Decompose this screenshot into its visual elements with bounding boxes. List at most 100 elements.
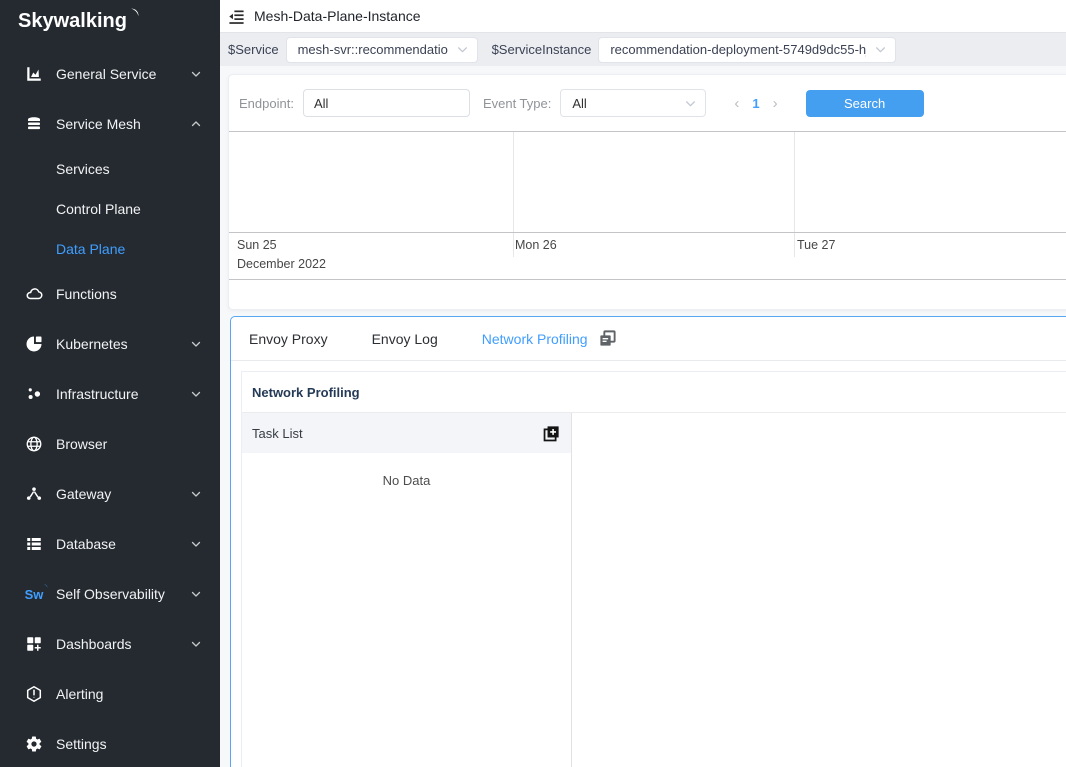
sidebar-item-label: Database xyxy=(56,536,116,552)
kubernetes-icon xyxy=(25,335,43,353)
search-button[interactable]: Search xyxy=(806,90,924,117)
globe-icon xyxy=(25,435,43,453)
sidebar-item-label: Alerting xyxy=(56,686,103,702)
logo-text: Skywalking xyxy=(18,10,127,33)
timeline-day: Sun 25 xyxy=(237,238,277,252)
sidebar-item-label: Service Mesh xyxy=(56,116,141,132)
page-header: Mesh-Data-Plane-Instance xyxy=(220,0,1066,32)
sidebar-item-label: Functions xyxy=(56,286,117,302)
task-detail-area xyxy=(572,413,1066,767)
events-card-footer xyxy=(229,280,1066,309)
chevron-down-icon xyxy=(456,43,469,56)
service-instance-select[interactable]: recommendation-deployment-5749d9dc55-hjl… xyxy=(598,37,896,63)
sw-icon: Sw xyxy=(25,585,43,603)
skywalking-logo[interactable]: Skywalking xyxy=(0,0,220,49)
sidebar-item-general-service[interactable]: General Service xyxy=(0,49,220,99)
event-timeline: Sun 25 Mon 26 Tue 27 December 2022 xyxy=(229,131,1066,280)
sidebar-item-service-mesh[interactable]: Service Mesh xyxy=(0,99,220,149)
service-label: $Service xyxy=(228,42,279,57)
selector-bar: $Service mesh-svr::recommendation $Servi… xyxy=(220,32,1066,66)
tab-bar: Envoy Proxy Envoy Log Network Profiling xyxy=(231,317,1066,361)
sidebar-item-infrastructure[interactable]: Infrastructure xyxy=(0,369,220,419)
sidebar-item-label: Settings xyxy=(56,736,107,752)
widget-title: Network Profiling xyxy=(242,372,1066,413)
pagination: ‹ 1 › xyxy=(724,95,787,112)
events-card: Endpoint: Event Type: All ‹ 1 › Search xyxy=(228,74,1066,310)
page-title: Mesh-Data-Plane-Instance xyxy=(254,8,421,24)
chevron-down-icon xyxy=(874,43,887,56)
chevron-down-icon xyxy=(190,588,202,600)
service-select-value: mesh-svr::recommendation xyxy=(298,42,448,57)
sidebar-item-self-observability[interactable]: Sw Self Observability xyxy=(0,569,220,619)
timeline-day-labels: Sun 25 Mon 26 Tue 27 xyxy=(229,233,1066,257)
prev-page-icon[interactable]: ‹ xyxy=(724,95,749,112)
event-search-row: Endpoint: Event Type: All ‹ 1 › Search xyxy=(229,75,1066,131)
gear-icon xyxy=(25,735,43,753)
sidebar-item-alerting[interactable]: Alerting xyxy=(0,669,220,719)
main-area: Mesh-Data-Plane-Instance $Service mesh-s… xyxy=(220,0,1066,767)
timeline-gridline xyxy=(513,132,514,232)
sidebar-item-label: General Service xyxy=(56,66,156,82)
timeline-gridline xyxy=(794,132,795,232)
add-task-icon[interactable] xyxy=(542,424,561,443)
instance-tabs-card: Envoy Proxy Envoy Log Network Profiling … xyxy=(230,316,1066,767)
chevron-down-icon xyxy=(190,488,202,500)
current-page: 1 xyxy=(749,96,762,111)
sidebar-item-label: Dashboards xyxy=(56,636,132,652)
chevron-down-icon xyxy=(190,538,202,550)
endpoint-input[interactable] xyxy=(303,89,470,117)
event-type-select[interactable]: All xyxy=(560,89,706,117)
timeline-day: Mon 26 xyxy=(515,238,557,252)
sidebar-item-label: Kubernetes xyxy=(56,336,128,352)
service-select[interactable]: mesh-svr::recommendation xyxy=(286,37,478,63)
layers-icon xyxy=(25,115,43,133)
task-list-panel: Task List No Data xyxy=(242,413,572,767)
network-profiling-widget: Network Profiling Task List No Data xyxy=(241,371,1066,767)
chevron-down-icon xyxy=(190,338,202,350)
sidebar: Skywalking General Service Service Mesh … xyxy=(0,0,220,767)
database-icon xyxy=(25,535,43,553)
service-instance-select-value: recommendation-deployment-5749d9dc55-hjl… xyxy=(610,42,866,57)
sidebar-item-label: Self Observability xyxy=(56,586,165,602)
sidebar-item-functions[interactable]: Functions xyxy=(0,269,220,319)
sidebar-item-label: Infrastructure xyxy=(56,386,138,402)
app-root: Skywalking General Service Service Mesh … xyxy=(0,0,1066,767)
service-instance-label: $ServiceInstance xyxy=(492,42,592,57)
sidebar-item-label: Browser xyxy=(56,436,107,452)
sidebar-item-browser[interactable]: Browser xyxy=(0,419,220,469)
chevron-down-icon xyxy=(190,68,202,80)
no-data-message: No Data xyxy=(242,453,571,488)
content-area: Endpoint: Event Type: All ‹ 1 › Search xyxy=(220,66,1066,767)
chevron-down-icon xyxy=(190,388,202,400)
timeline-month-label: December 2022 xyxy=(229,257,1066,279)
widget-body: Task List No Data xyxy=(242,413,1066,767)
sidebar-item-gateway[interactable]: Gateway xyxy=(0,469,220,519)
tab-network-profiling[interactable]: Network Profiling xyxy=(482,331,588,347)
task-list-label: Task List xyxy=(252,426,303,441)
sidebar-item-kubernetes[interactable]: Kubernetes xyxy=(0,319,220,369)
task-list-header: Task List xyxy=(242,413,571,453)
sidebar-item-dashboards[interactable]: Dashboards xyxy=(0,619,220,669)
sidebar-item-settings[interactable]: Settings xyxy=(0,719,220,767)
next-page-icon[interactable]: › xyxy=(763,95,788,112)
chevron-down-icon xyxy=(684,97,697,110)
timeline-day: Tue 27 xyxy=(797,238,835,252)
tab-envoy-log[interactable]: Envoy Log xyxy=(372,331,438,347)
crescent-moon-icon xyxy=(125,8,140,23)
fold-menu-icon[interactable] xyxy=(228,8,245,25)
dashboards-icon xyxy=(25,635,43,653)
sidebar-item-data-plane[interactable]: Data Plane xyxy=(0,229,220,269)
timeline-grid[interactable] xyxy=(229,132,1066,233)
gateway-icon xyxy=(25,485,43,503)
sidebar-item-database[interactable]: Database xyxy=(0,519,220,569)
tab-envoy-proxy[interactable]: Envoy Proxy xyxy=(249,331,328,347)
endpoint-label: Endpoint: xyxy=(239,96,294,111)
sidebar-item-label: Gateway xyxy=(56,486,111,502)
alert-hexagon-icon xyxy=(25,685,43,703)
sidebar-item-services[interactable]: Services xyxy=(0,149,220,189)
cloud-icon xyxy=(25,285,43,303)
sidebar-item-control-plane[interactable]: Control Plane xyxy=(0,189,220,229)
copy-icon[interactable] xyxy=(598,329,617,348)
chevron-up-icon xyxy=(190,118,202,130)
timeline-gridline xyxy=(513,233,514,257)
